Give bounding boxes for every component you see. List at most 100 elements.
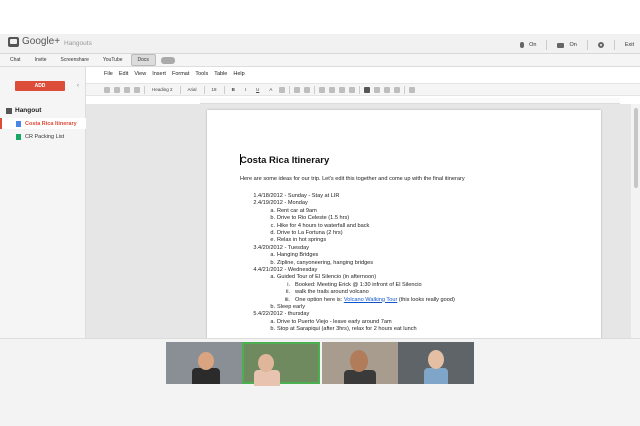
list-item[interactable]: Drive to Puerto Viejo - leave early arou… [277,319,392,325]
line-spacing-icon[interactable] [409,86,416,93]
list-marker: b. [270,215,275,222]
list-item-text: 4/22/2012 - thursday [258,311,310,318]
list-item[interactable]: 4/22/2012 - thursday [258,311,309,317]
size-select[interactable]: 18 [209,87,220,92]
hyperlink[interactable]: Volcano Walking Tour [344,297,397,303]
list-item-text: Rent car at 9am [277,207,317,214]
decrease-indent-icon[interactable] [339,86,346,93]
menu-help[interactable]: Help [233,71,244,77]
bold-button[interactable]: B [229,87,238,92]
list-item[interactable]: Hike for 4 hours to waterfall and back [277,223,369,229]
app-title: Hangouts [64,40,92,47]
highlight-icon[interactable] [279,86,286,93]
link-icon[interactable] [294,86,301,93]
list-marker: b. [270,259,275,266]
list-item[interactable]: Relax in hot springs [277,237,326,243]
style-select[interactable]: Heading 2 [149,87,176,92]
comment-icon[interactable] [304,86,311,93]
align-left-icon[interactable] [364,86,371,93]
list-item-text: 4/19/2012 - Monday [258,200,308,207]
participant-video[interactable] [398,342,474,384]
list-item[interactable]: Drive to Rio Celeste (1.5 hrs) [277,215,349,221]
list-marker: i. [287,281,290,288]
list-item[interactable]: Guided Tour of El Silencio (in afternoon… [277,274,376,280]
menu-tools[interactable]: Tools [195,71,208,77]
list-item[interactable]: Hanging Bridges [277,252,318,258]
menu-format[interactable]: Format [172,71,189,77]
participant-face [350,350,368,372]
list-marker: d. [270,230,275,236]
list-item-text: Sleep early [277,304,305,310]
align-justify-icon[interactable] [394,86,401,93]
divider [223,85,225,94]
align-center-icon[interactable] [374,86,381,93]
menu-file[interactable]: File [104,71,113,77]
list-item[interactable]: Zipline, canyoneering, hanging bridges [277,260,373,266]
menu-edit[interactable]: Edit [119,71,128,77]
tab-docs[interactable]: Docs [130,54,156,66]
participant-figure [424,368,448,384]
tab-chat[interactable]: Chat [4,55,27,65]
add-button[interactable]: ADD [15,81,65,91]
increase-indent-icon[interactable] [349,86,356,93]
video-participants-strip [0,338,640,426]
menu-table[interactable]: Table [214,71,227,77]
list-item[interactable]: Booked: Meeting Erick @ 1:30 infront of … [295,282,422,288]
paint-format-icon[interactable] [134,86,140,93]
sidebar-item-costa-rica-itinerary[interactable]: Costa Rica Itinerary [0,118,86,129]
undo-icon[interactable] [114,86,120,93]
list-item[interactable]: Stop at Sarapiqui (after 3hrs), relax fo… [277,326,417,332]
google-plus-logo[interactable]: Google+ [8,36,60,47]
menu-view[interactable]: View [134,71,146,77]
tab-invite[interactable]: Invite [29,55,53,65]
list-item[interactable]: Rent car at 9am [277,208,317,214]
document-intro[interactable]: Here are some ideas for our trip. Let's … [240,176,465,182]
list-item[interactable]: 4/20/2012 - Tuesday [258,245,309,251]
list-marker: 1. [253,193,258,199]
list-item[interactable]: 4/21/2012 - Wednesday [258,267,317,273]
italic-button[interactable]: I [242,87,249,92]
divider [144,85,145,94]
menu-insert[interactable]: Insert [152,71,166,77]
font-select[interactable]: Arial [185,87,200,92]
participant-video-active[interactable] [242,342,320,386]
underline-button[interactable]: U [253,87,262,92]
scrollbar-thumb[interactable] [634,108,638,188]
bulleted-list-icon[interactable] [329,86,336,93]
tab-youtube[interactable]: YouTube [97,55,129,65]
folder-icon [6,107,12,114]
document-title[interactable]: Costa Rica Itinerary [240,155,329,166]
list-marker: b. [270,326,275,333]
tab-screenshare[interactable]: Screenshare [55,55,95,65]
text-color-button[interactable]: A [266,87,275,92]
list-item[interactable]: 4/18/2012 - Sunday - Stay at LIR [258,193,339,199]
gear-icon[interactable] [597,42,604,48]
list-item[interactable]: 4/19/2012 - Monday [258,200,308,206]
participant-video[interactable] [166,342,242,384]
list-item-text: walk the trails around volcano [295,289,369,296]
divider [289,85,291,94]
list-marker: e. [270,237,275,244]
mic-toggle[interactable]: On [520,42,536,48]
list-item[interactable]: Drive to La Fortuna (2 hrs) [277,230,343,236]
chevron-left-icon[interactable]: ‹ [77,83,79,89]
numbered-list-icon[interactable] [319,86,326,93]
print-icon[interactable] [104,86,110,93]
docs-sidebar: ADD ‹ Hangout Costa Rica Itinerary CR Pa… [0,67,86,338]
more-apps-icon[interactable] [160,56,175,64]
redo-icon[interactable] [124,86,130,93]
exit-button[interactable]: Exit [625,42,634,48]
list-item[interactable]: walk the trails around volcano [295,289,369,295]
align-right-icon[interactable] [384,86,391,93]
mic-status: On [529,42,537,48]
camera-icon [557,42,565,48]
list-item-text: Guided Tour of El Silencio (in afternoon… [277,274,377,281]
camera-toggle[interactable]: On [557,42,577,48]
list-item[interactable]: One option here is: Volcano Walking Tour… [295,297,455,303]
sidebar-item-cr-packing-list[interactable]: CR Packing List [0,131,86,142]
list-marker: 4. [253,267,258,273]
list-item[interactable]: Sleep early [277,304,305,310]
list-item-text: 4/21/2012 - Wednesday [258,267,318,273]
participant-video[interactable] [322,342,398,384]
divider [203,85,205,94]
